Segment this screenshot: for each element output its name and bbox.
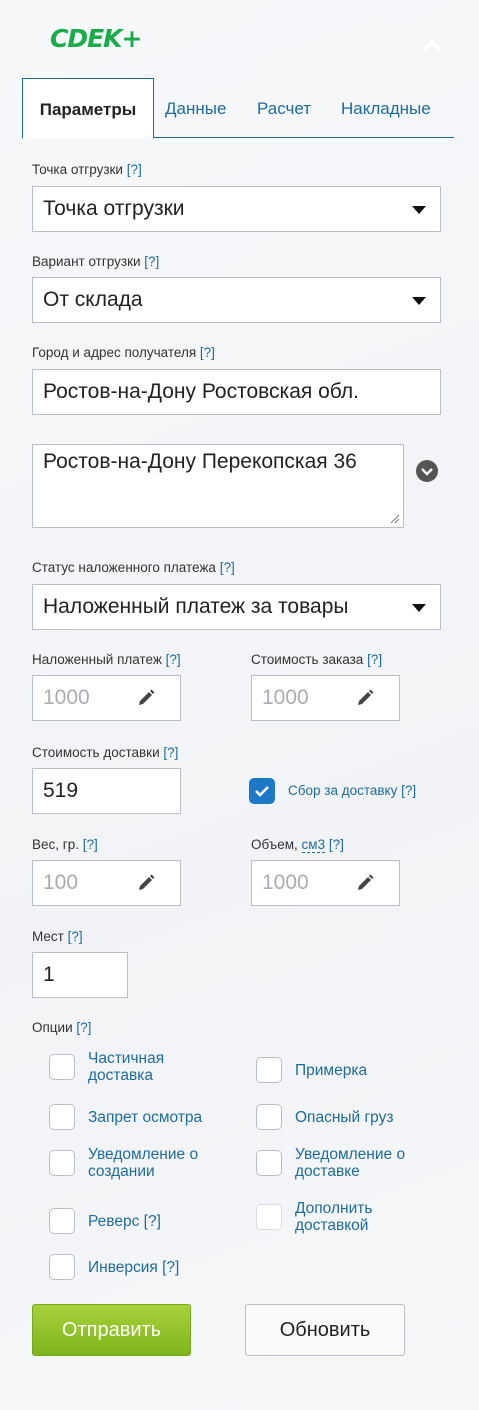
- partial-delivery-checkbox[interactable]: [49, 1054, 75, 1080]
- cod-status-label: Статус наложенного платежа [?]: [32, 560, 235, 575]
- pencil-icon[interactable]: [355, 688, 375, 708]
- notify-delivery-checkbox[interactable]: [256, 1150, 282, 1176]
- help-link[interactable]: [?]: [163, 745, 178, 760]
- help-link[interactable]: [?]: [401, 783, 416, 798]
- chevron-up-icon[interactable]: [420, 38, 444, 54]
- partial-delivery-label[interactable]: Частичная доставка: [88, 1050, 164, 1084]
- delivery-fee-checkbox[interactable]: [249, 778, 275, 804]
- notify-delivery-label[interactable]: Уведомление о доставке: [295, 1146, 405, 1180]
- fitting-checkbox[interactable]: [256, 1057, 282, 1083]
- help-link[interactable]: [?]: [144, 254, 159, 269]
- volume-input[interactable]: 1000: [251, 860, 400, 906]
- delivery-cost-label: Стоимость доставки [?]: [32, 745, 179, 760]
- caret-down-icon: [412, 206, 426, 214]
- help-link[interactable]: [?]: [329, 837, 344, 852]
- help-link[interactable]: [?]: [162, 1259, 179, 1276]
- tab-waybills[interactable]: Накладные: [341, 78, 431, 138]
- help-link[interactable]: [?]: [367, 652, 382, 667]
- checkmark-icon: [255, 786, 269, 797]
- cod-input[interactable]: 1000: [32, 675, 181, 721]
- add-delivery-checkbox[interactable]: [256, 1204, 282, 1230]
- delivery-fee-label[interactable]: Сбор за доставку [?]: [288, 782, 416, 799]
- inversion-label[interactable]: Инверсия [?]: [88, 1259, 179, 1276]
- resize-grip-icon[interactable]: [390, 514, 400, 524]
- places-label: Мест [?]: [32, 929, 83, 944]
- shipment-point-label: Точка отгрузки [?]: [32, 162, 142, 177]
- tab-data[interactable]: Данные: [165, 78, 226, 138]
- pencil-icon[interactable]: [136, 688, 156, 708]
- recipient-address-textarea[interactable]: Ростов-на-Дону Перекопская 36: [32, 444, 404, 528]
- caret-down-icon: [412, 604, 426, 612]
- order-cost-label: Стоимость заказа [?]: [251, 652, 383, 667]
- shipment-variant-select[interactable]: От склада: [32, 277, 441, 323]
- tab-calculation[interactable]: Расчет: [257, 78, 311, 138]
- places-input[interactable]: 1: [32, 952, 128, 998]
- add-delivery-label[interactable]: Дополнить доставкой: [295, 1200, 372, 1234]
- chevron-down-circle-icon[interactable]: [416, 460, 438, 482]
- refresh-button[interactable]: Обновить: [245, 1304, 405, 1356]
- unit-link[interactable]: см3: [301, 837, 326, 853]
- inversion-checkbox[interactable]: [49, 1254, 75, 1280]
- pencil-icon[interactable]: [355, 873, 375, 893]
- shipment-variant-label: Вариант отгрузки [?]: [32, 254, 160, 269]
- fitting-label[interactable]: Примерка: [295, 1062, 367, 1079]
- notify-create-label[interactable]: Уведомление о создании: [88, 1146, 198, 1180]
- help-link[interactable]: [?]: [220, 560, 235, 575]
- reverse-label[interactable]: Реверс [?]: [88, 1213, 161, 1230]
- help-link[interactable]: [?]: [144, 1213, 161, 1230]
- notify-create-checkbox[interactable]: [49, 1150, 75, 1176]
- help-link[interactable]: [?]: [68, 929, 83, 944]
- help-link[interactable]: [?]: [83, 837, 98, 852]
- cdek-widget-panel: CDEK+ Параметры Данные Расчет Накладные …: [0, 0, 479, 1410]
- caret-down-icon: [412, 297, 426, 305]
- pencil-icon[interactable]: [136, 873, 156, 893]
- help-link[interactable]: [?]: [76, 1020, 91, 1035]
- reverse-checkbox[interactable]: [49, 1208, 75, 1234]
- no-inspection-label[interactable]: Запрет осмотра: [88, 1109, 202, 1126]
- shipment-point-select[interactable]: Точка отгрузки: [32, 186, 441, 232]
- dangerous-cargo-checkbox[interactable]: [256, 1104, 282, 1130]
- weight-input[interactable]: 100: [32, 860, 181, 906]
- cdek-logo: CDEK+: [50, 24, 142, 53]
- help-link[interactable]: [?]: [127, 162, 142, 177]
- send-button[interactable]: Отправить: [32, 1304, 191, 1356]
- dangerous-cargo-label[interactable]: Опасный груз: [295, 1109, 393, 1126]
- weight-label: Вес, гр. [?]: [32, 837, 98, 852]
- options-label: Опции [?]: [32, 1020, 92, 1035]
- delivery-cost-input[interactable]: 519: [32, 768, 181, 814]
- help-link[interactable]: [?]: [200, 345, 215, 360]
- cod-label: Наложенный платеж [?]: [32, 652, 181, 667]
- cod-status-select[interactable]: Наложенный платеж за товары: [32, 584, 441, 630]
- order-cost-input[interactable]: 1000: [251, 675, 400, 721]
- help-link[interactable]: [?]: [166, 652, 181, 667]
- recipient-label: Город и адрес получателя [?]: [32, 345, 215, 360]
- tab-parameters[interactable]: Параметры: [22, 78, 154, 139]
- tab-bar: Параметры Данные Расчет Накладные: [22, 78, 454, 139]
- volume-label: Объем, см3 [?]: [251, 837, 344, 853]
- recipient-city-input[interactable]: Ростов-на-Дону Ростовская обл.: [32, 369, 441, 415]
- no-inspection-checkbox[interactable]: [49, 1104, 75, 1130]
